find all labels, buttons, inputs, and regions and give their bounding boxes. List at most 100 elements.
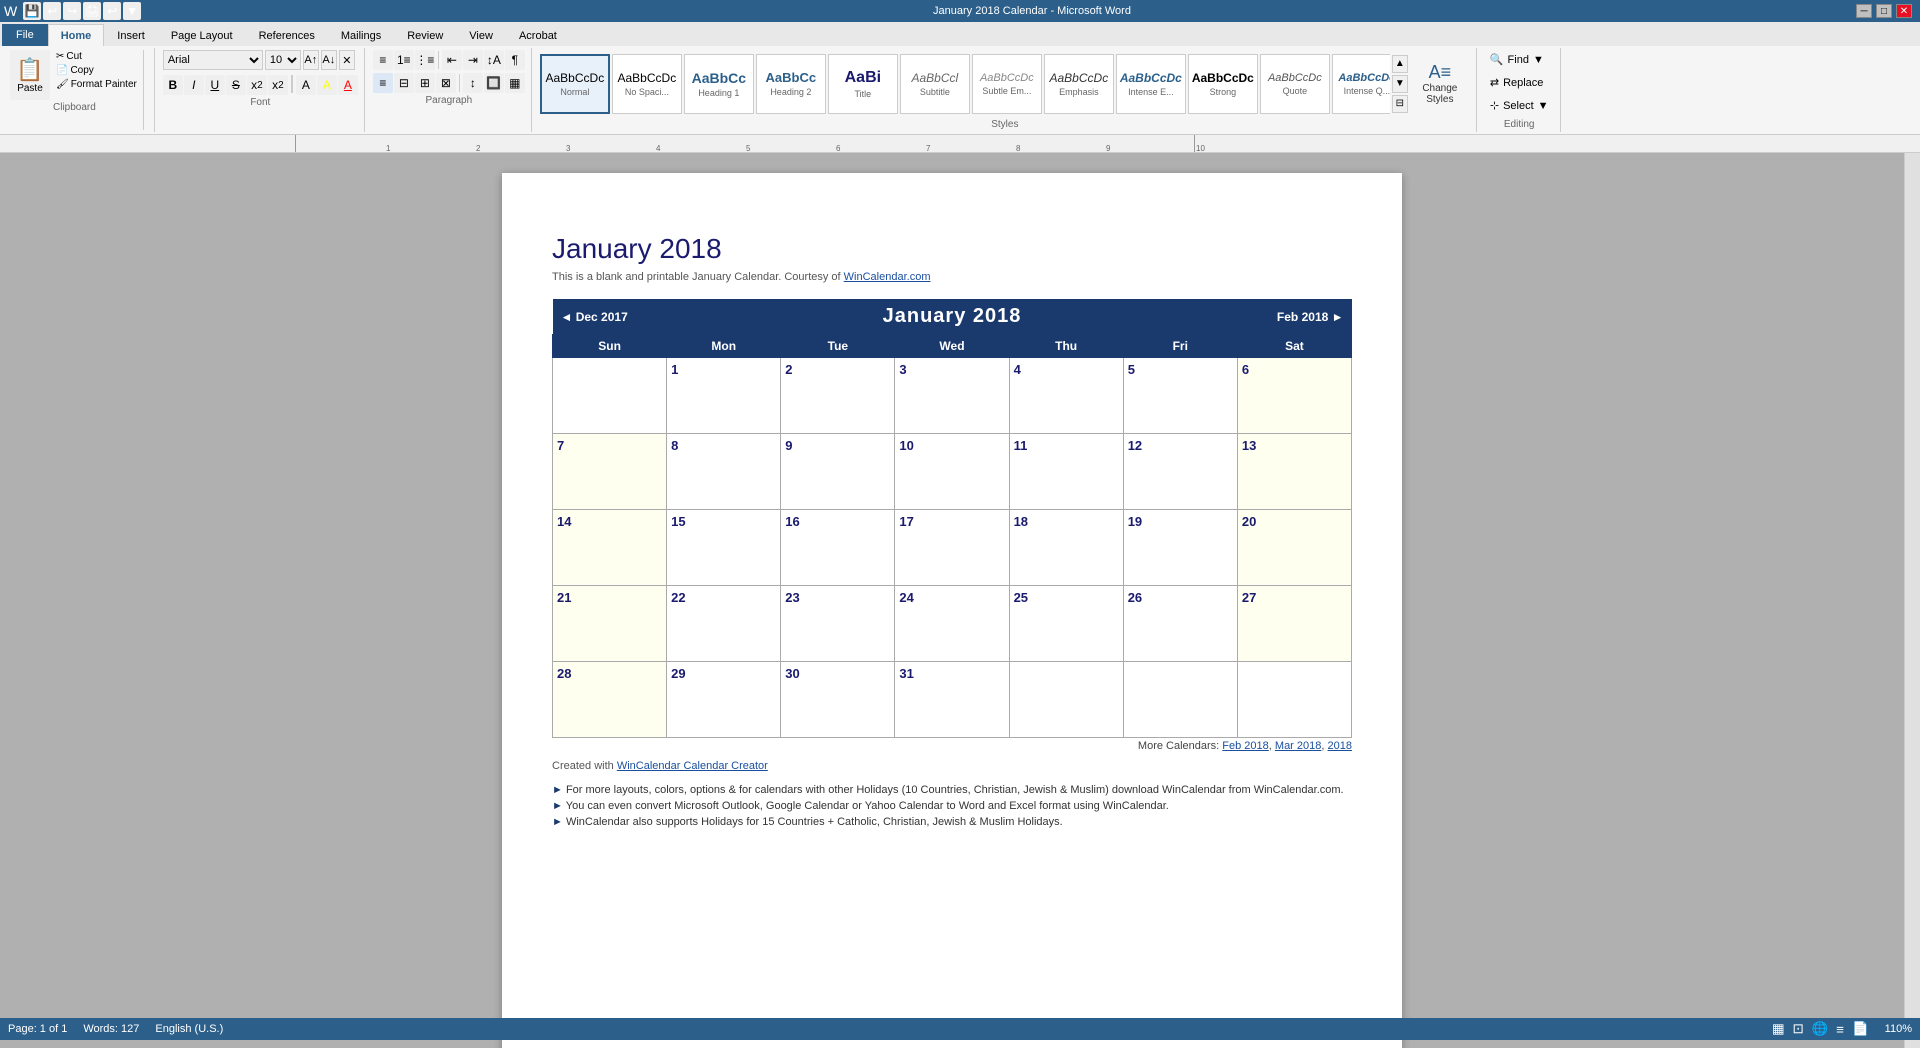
style-swatch-emphasis[interactable]: AaBbCcDcEmphasis [1044, 54, 1114, 114]
qat-dropdown[interactable]: ▼ [123, 2, 141, 20]
calendar-day-empty [1009, 662, 1123, 738]
line-spacing-button[interactable]: ↕ [463, 73, 483, 93]
font-name-select[interactable]: Arial [163, 50, 263, 70]
prev-month-link[interactable]: ◄ Dec 2017 [561, 310, 628, 324]
justify-button[interactable]: ⊠ [436, 73, 456, 93]
calendar-day-27: 27 [1237, 586, 1351, 662]
italic-button[interactable]: I [184, 75, 204, 95]
created-link[interactable]: WinCalendar Calendar Creator [617, 760, 768, 772]
draft-btn[interactable]: 📄 [1852, 1021, 1869, 1037]
calendar-title: January 2018 [667, 299, 1238, 335]
day-number: 15 [671, 514, 685, 529]
font-size-decrease[interactable]: A↓ [321, 50, 337, 70]
copy-button[interactable]: 📄 Copy [54, 64, 139, 77]
decrease-indent-button[interactable]: ⇤ [442, 50, 462, 70]
tab-insert[interactable]: Insert [104, 24, 158, 46]
format-painter-button[interactable]: 🖌 Format Painter [54, 78, 139, 91]
tab-review[interactable]: Review [394, 24, 456, 46]
subtitle-link[interactable]: WinCalendar.com [844, 271, 931, 283]
web-layout-btn[interactable]: 🌐 [1812, 1021, 1829, 1037]
calendar-day-1: 1 [667, 358, 781, 434]
next-month-link[interactable]: Feb 2018 ► [1277, 310, 1344, 324]
numbering-button[interactable]: 1≡ [394, 50, 414, 70]
style-swatch-normal[interactable]: AaBbCcDcNormal [540, 54, 610, 114]
styles-scroll-up[interactable]: ▲ [1392, 55, 1408, 73]
cut-button[interactable]: ✂ Cut [54, 50, 139, 63]
tab-file[interactable]: File [2, 24, 48, 46]
text-highlight-button[interactable]: A [317, 75, 337, 95]
paste-label: Paste [17, 83, 43, 94]
calendar-day-23: 23 [781, 586, 895, 662]
shading-button[interactable]: 🔲 [484, 73, 504, 93]
borders-button[interactable]: ▦ [505, 73, 525, 93]
increase-indent-button[interactable]: ⇥ [463, 50, 483, 70]
paragraph-group-label: Paragraph [373, 95, 525, 106]
style-swatch-intense-q[interactable]: AaBbCcDcIntense Q... [1332, 54, 1390, 114]
style-swatch-subtle-em[interactable]: AaBbCcDcSubtle Em... [972, 54, 1042, 114]
tab-page-layout[interactable]: Page Layout [158, 24, 246, 46]
font-size-increase[interactable]: A↑ [303, 50, 319, 70]
print-layout-btn[interactable]: ▦ [1772, 1021, 1785, 1037]
style-swatch-intense-e[interactable]: AaBbCcDcIntense E... [1116, 54, 1186, 114]
strikethrough-button[interactable]: S [226, 75, 246, 95]
qat-save[interactable]: 💾 [23, 2, 41, 20]
outline-btn[interactable]: ≡ [1836, 1022, 1844, 1037]
bold-button[interactable]: B [163, 75, 183, 95]
calendar-day-31: 31 [895, 662, 1009, 738]
find-button[interactable]: 🔍 Find ▼ [1485, 50, 1554, 69]
day-number: 26 [1128, 590, 1142, 605]
qat-undo[interactable]: ↩ [43, 2, 61, 20]
day-number: 21 [557, 590, 571, 605]
replace-button[interactable]: ⇄ Replace [1485, 73, 1554, 92]
tab-acrobat[interactable]: Acrobat [506, 24, 570, 46]
text-effects-button[interactable]: A [296, 75, 316, 95]
tab-home[interactable]: Home [48, 24, 105, 46]
find-label: Find [1508, 54, 1529, 66]
select-label: Select [1503, 100, 1534, 112]
superscript-button[interactable]: x2 [268, 75, 288, 95]
calendar-day-8: 8 [667, 434, 781, 510]
qat-print[interactable]: 🖨 [83, 2, 101, 20]
calendar-day-empty [1237, 662, 1351, 738]
style-swatch-quote[interactable]: AaBbCcDcQuote [1260, 54, 1330, 114]
styles-scroll-down[interactable]: ▼ [1392, 75, 1408, 93]
change-styles-button[interactable]: A≡ ChangeStyles [1410, 59, 1470, 108]
tab-references[interactable]: References [246, 24, 328, 46]
copy-icon: 📄 [56, 65, 68, 76]
clear-format-button[interactable]: ✕ [339, 50, 355, 70]
qat-redo[interactable]: ↪ [63, 2, 81, 20]
word-icon: W [4, 3, 17, 19]
restore-button[interactable]: □ [1876, 4, 1892, 18]
full-screen-btn[interactable]: ⊡ [1793, 1021, 1804, 1037]
font-color-button[interactable]: A [338, 75, 358, 95]
qat-undo2[interactable]: ↩ [103, 2, 121, 20]
bullets-button[interactable]: ≡ [373, 50, 393, 70]
style-swatch-title[interactable]: AaBiTitle [828, 54, 898, 114]
font-size-select[interactable]: 10 [265, 50, 301, 70]
paste-button[interactable]: 📋 Paste [10, 50, 50, 100]
underline-button[interactable]: U [205, 75, 225, 95]
style-swatch-no-space[interactable]: AaBbCcDcNo Spaci... [612, 54, 682, 114]
show-hide-button[interactable]: ¶ [505, 50, 525, 70]
styles-more[interactable]: ⊟ [1392, 95, 1408, 113]
sort-button[interactable]: ↕A [484, 50, 504, 70]
style-swatch-heading1[interactable]: AaBbCcHeading 1 [684, 54, 754, 114]
calendar-day-2: 2 [781, 358, 895, 434]
calendar-day-10: 10 [895, 434, 1009, 510]
align-right-button[interactable]: ⊞ [415, 73, 435, 93]
select-button[interactable]: ⊹ Select ▼ [1485, 96, 1554, 115]
vertical-scrollbar[interactable] [1904, 153, 1920, 1048]
day-number: 25 [1014, 590, 1028, 605]
multilevel-list-button[interactable]: ⋮≡ [415, 50, 435, 70]
close-button[interactable]: ✕ [1896, 4, 1912, 18]
tab-view[interactable]: View [456, 24, 506, 46]
minimize-button[interactable]: ─ [1856, 4, 1872, 18]
style-swatch-heading2[interactable]: AaBbCcHeading 2 [756, 54, 826, 114]
align-center-button[interactable]: ⊟ [394, 73, 414, 93]
subscript-button[interactable]: x2 [247, 75, 267, 95]
style-swatch-subtitle[interactable]: AaBbCclSubtitle [900, 54, 970, 114]
align-left-button[interactable]: ≡ [373, 73, 393, 93]
style-swatch-strong[interactable]: AaBbCcDcStrong [1188, 54, 1258, 114]
clipboard-group: 📋 Paste ✂ Cut 📄 Copy 🖌 [4, 48, 155, 132]
tab-mailings[interactable]: Mailings [328, 24, 394, 46]
